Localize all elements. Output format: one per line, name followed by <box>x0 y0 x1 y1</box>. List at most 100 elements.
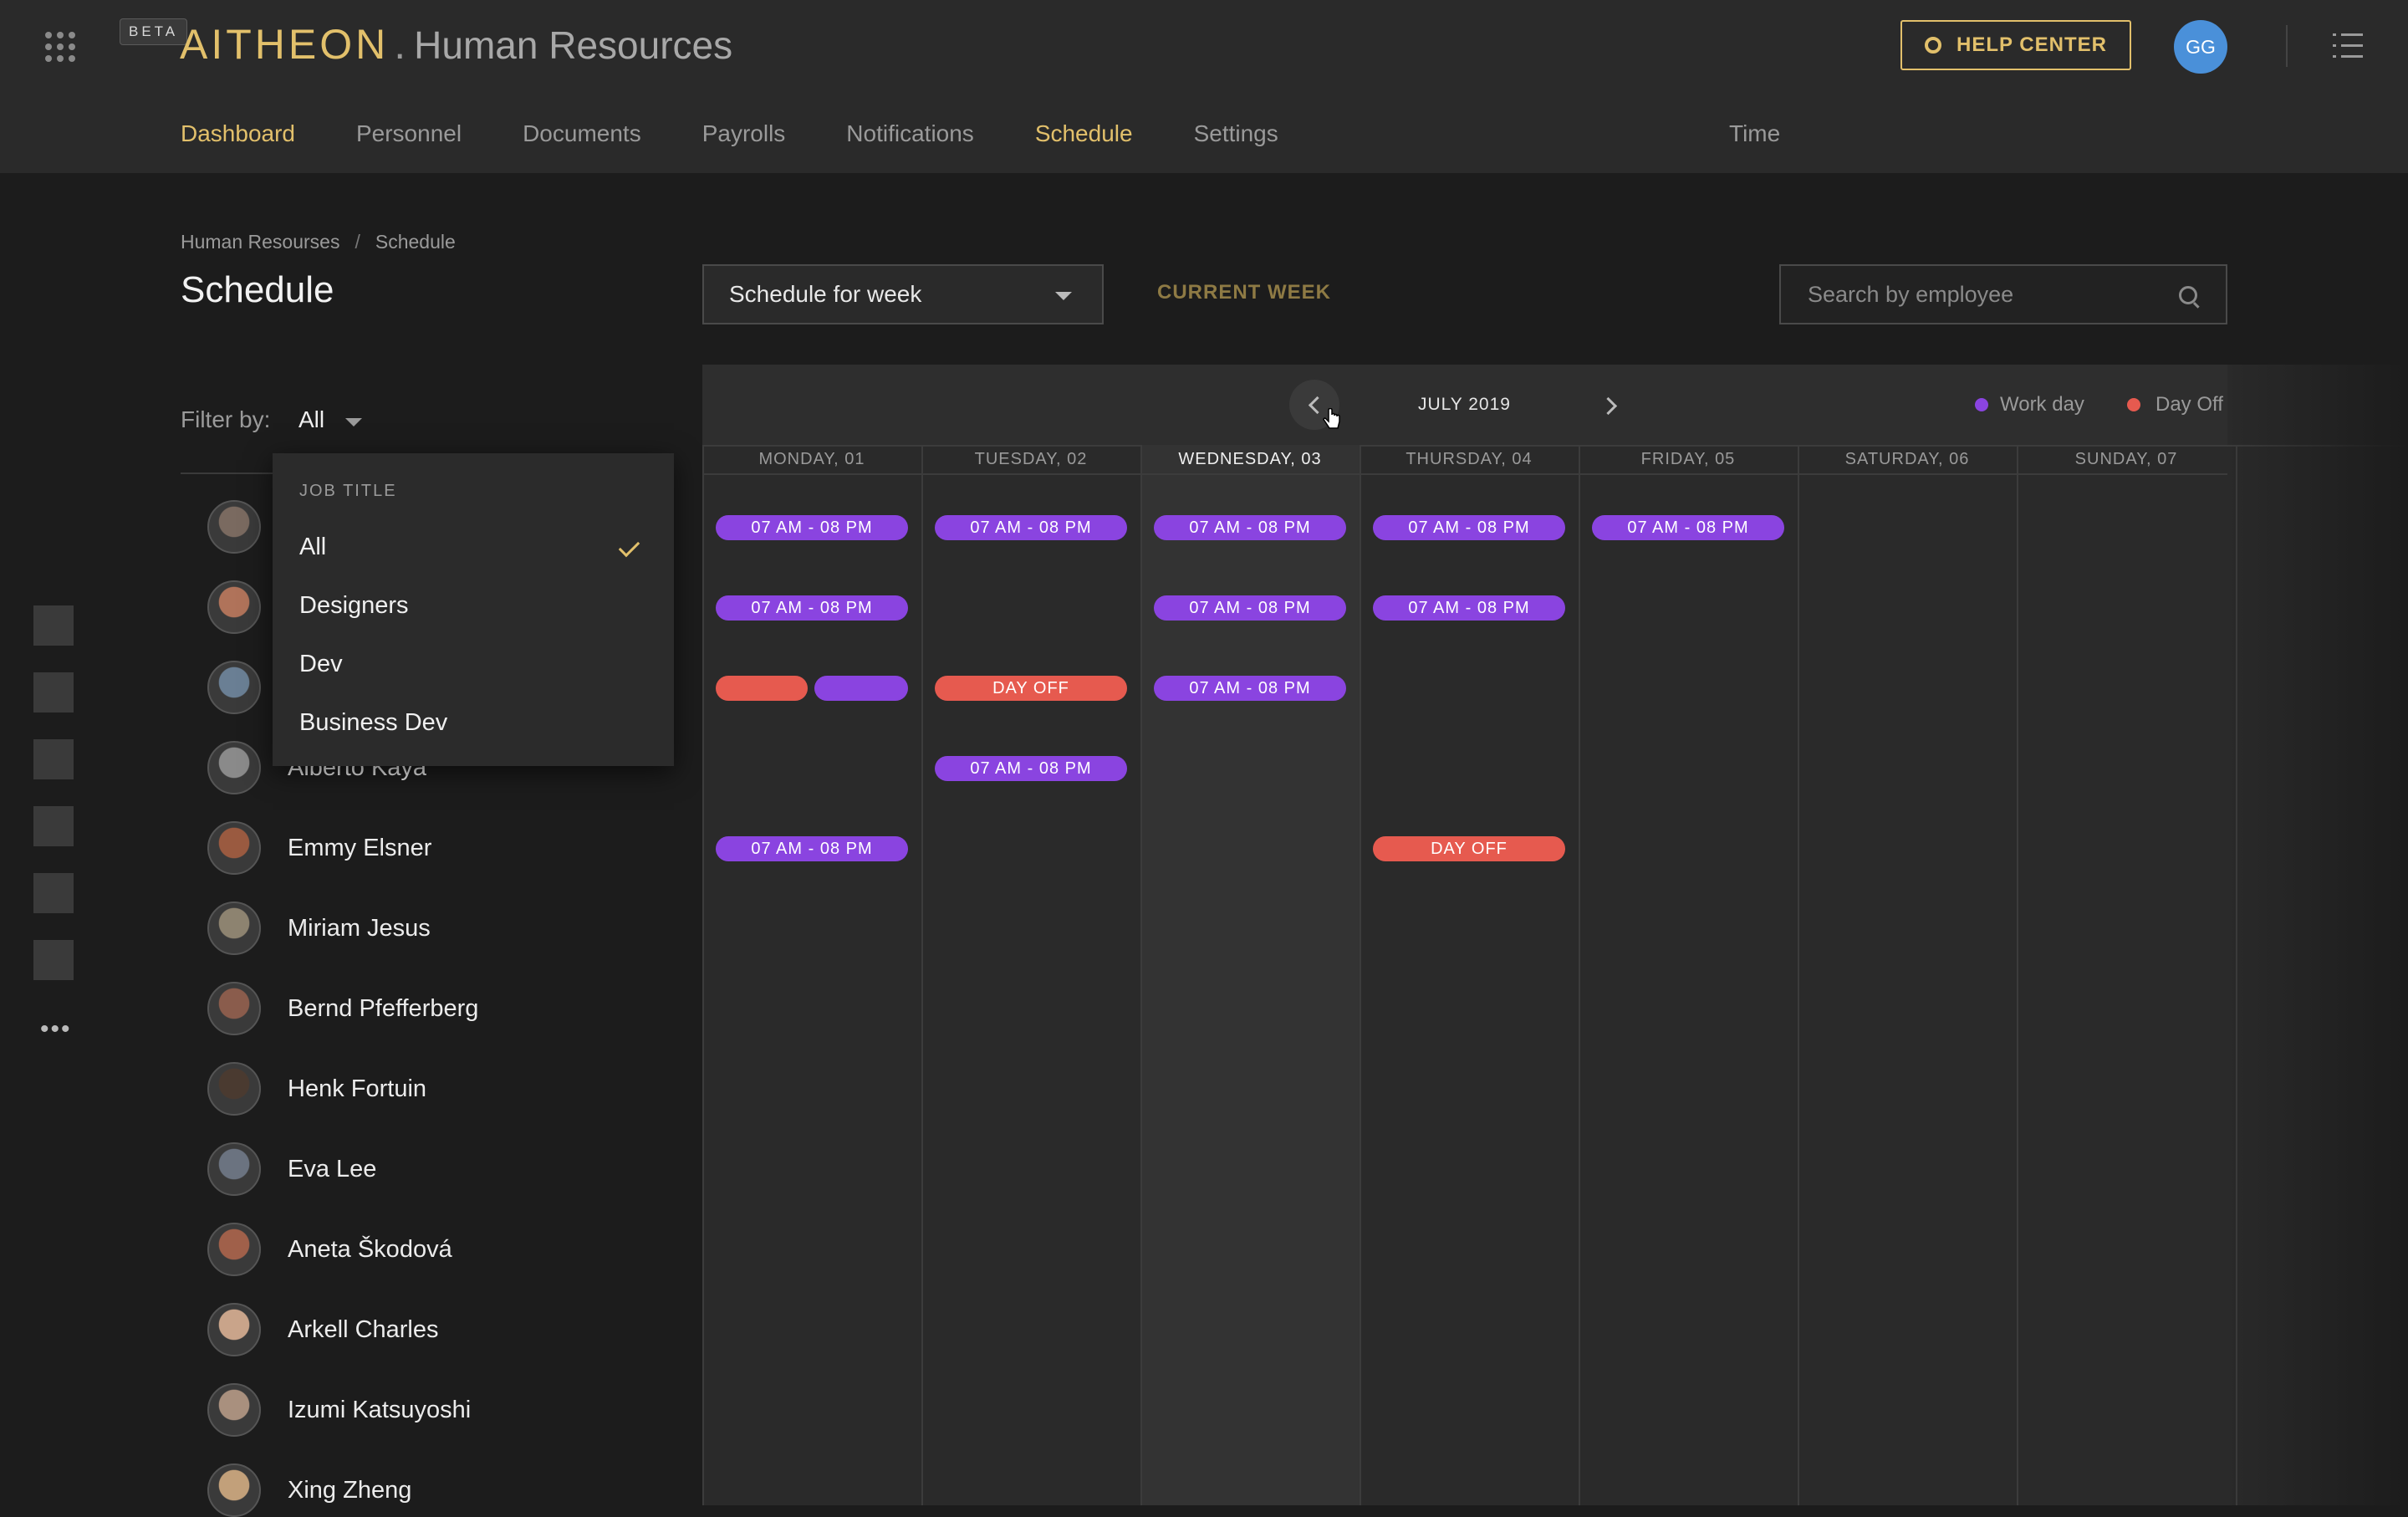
employee-avatar <box>207 1223 261 1276</box>
rail-item[interactable] <box>33 873 74 913</box>
employee-row[interactable]: Izumi Katsuyoshi <box>207 1383 471 1437</box>
help-center-button[interactable]: HELP CENTER <box>1900 20 2131 70</box>
day-off-pill[interactable] <box>716 676 808 701</box>
employee-name: Eva Lee <box>288 1155 377 1182</box>
legend-work-label: Work day <box>2000 393 2084 416</box>
header-divider <box>2286 25 2288 67</box>
work-shift-pill[interactable] <box>814 676 908 701</box>
rail-item[interactable] <box>33 739 74 779</box>
breadcrumb-hr[interactable]: Human Resourses <box>181 231 339 253</box>
nav-tab-dashboard[interactable]: Dashboard <box>181 117 295 151</box>
work-shift-pill[interactable]: 07 AM - 08 PM <box>1592 515 1784 540</box>
employee-row[interactable]: Miriam Jesus <box>207 902 431 955</box>
job-title-dropdown: JOB TITLE All Designers Dev Business Dev <box>273 453 674 766</box>
dropdown-option-designers[interactable]: Designers <box>299 592 409 620</box>
work-shift-pill[interactable]: 07 AM - 08 PM <box>716 515 908 540</box>
work-shift-pill[interactable]: 07 AM - 08 PM <box>716 836 908 861</box>
day-label: THURSDAY, 04 <box>1406 450 1533 468</box>
day-column <box>2017 445 2236 1505</box>
rail-item[interactable] <box>33 605 74 646</box>
current-week-button[interactable]: CURRENT WEEK <box>1157 281 1331 304</box>
nav-tab-personnel[interactable]: Personnel <box>356 117 462 151</box>
nav-tab-time[interactable]: Time <box>1729 117 1780 151</box>
chevron-down-icon <box>345 418 362 426</box>
day-column <box>1579 445 1798 1505</box>
dropdown-option-business-dev[interactable]: Business Dev <box>299 709 447 737</box>
chevron-down-icon <box>1055 292 1072 300</box>
work-shift-pill[interactable]: 07 AM - 08 PM <box>1154 676 1346 701</box>
page-title: Schedule <box>181 269 334 310</box>
employee-row[interactable]: Henk Fortuin <box>207 1062 426 1116</box>
employee-avatar <box>207 902 261 955</box>
legend-work-dot <box>1975 398 1988 411</box>
work-shift-pill[interactable]: 07 AM - 08 PM <box>1154 595 1346 621</box>
work-shift-pill[interactable]: 07 AM - 08 PM <box>1373 595 1565 621</box>
employee-row[interactable]: Bernd Pfefferberg <box>207 982 478 1035</box>
day-off-pill[interactable]: DAY OFF <box>1373 836 1565 861</box>
rail-item[interactable] <box>33 672 74 713</box>
work-shift-pill[interactable]: 07 AM - 08 PM <box>1373 515 1565 540</box>
month-label: JULY 2019 <box>1418 395 1511 414</box>
lifebuoy-icon <box>1925 37 1942 54</box>
employee-name: Bernd Pfefferberg <box>288 994 479 1022</box>
work-shift-pill[interactable]: 07 AM - 08 PM <box>716 595 908 621</box>
day-off-pill[interactable]: DAY OFF <box>935 676 1127 701</box>
menu-list-icon[interactable] <box>2333 33 2363 59</box>
employee-avatar <box>207 1062 261 1116</box>
week-select-value: Schedule for week <box>729 281 922 307</box>
legend-off-label: Day Off <box>2155 393 2223 416</box>
employee-avatar <box>207 1303 261 1356</box>
employee-avatar <box>207 1463 261 1517</box>
rail-item[interactable] <box>33 806 74 846</box>
day-label: WEDNESDAY, 03 <box>1178 450 1322 468</box>
employee-avatar <box>207 580 261 634</box>
brand-dot: . <box>394 21 406 68</box>
more-dots-icon[interactable]: ••• <box>40 1015 72 1044</box>
employee-avatar <box>207 661 261 714</box>
apps-grid-icon[interactable] <box>45 32 75 62</box>
breadcrumb-schedule[interactable]: Schedule <box>375 231 456 253</box>
employee-row[interactable]: Arkell Charles <box>207 1303 439 1356</box>
employee-row[interactable]: Emmy Elsner <box>207 821 431 875</box>
employee-avatar <box>207 1142 261 1196</box>
breadcrumb: Human Resourses / Schedule <box>181 231 456 253</box>
employee-row[interactable]: Eva Lee <box>207 1142 376 1196</box>
hand-cursor-icon <box>1323 408 1340 429</box>
nav-tab-notifications[interactable]: Notifications <box>846 117 974 151</box>
search-icon[interactable] <box>2179 286 2197 304</box>
day-label: SATURDAY, 06 <box>1844 450 1970 468</box>
employee-search[interactable] <box>1779 264 2227 324</box>
employee-row[interactable]: Aneta Škodová <box>207 1223 452 1276</box>
dropdown-option-all[interactable]: All <box>299 534 326 561</box>
nav-tab-payrolls[interactable]: Payrolls <box>702 117 786 151</box>
rail-item[interactable] <box>33 940 74 980</box>
help-center-label: HELP CENTER <box>1956 33 2107 56</box>
nav-tab-settings[interactable]: Settings <box>1194 117 1278 151</box>
dropdown-option-dev[interactable]: Dev <box>299 651 343 678</box>
work-shift-pill[interactable]: 07 AM - 08 PM <box>1154 515 1346 540</box>
day-label: MONDAY, 01 <box>758 450 865 468</box>
employee-row[interactable]: Xing Zheng <box>207 1463 411 1517</box>
legend-off-dot <box>2127 398 2140 411</box>
breadcrumb-sep: / <box>355 231 360 253</box>
app-name: Human Resources <box>414 23 733 67</box>
search-input[interactable] <box>1806 280 2161 309</box>
employee-avatar <box>207 500 261 554</box>
nav-tab-documents[interactable]: Documents <box>523 117 641 151</box>
work-shift-pill[interactable]: 07 AM - 08 PM <box>935 756 1127 781</box>
work-shift-pill[interactable]: 07 AM - 08 PM <box>935 515 1127 540</box>
week-select[interactable]: Schedule for week <box>702 264 1104 324</box>
filter-value: All <box>298 406 325 432</box>
brand[interactable]: AITHEON . Human Resources <box>180 20 732 70</box>
employee-avatar <box>207 741 261 794</box>
day-label: TUESDAY, 02 <box>974 450 1088 468</box>
main-nav: Dashboard Personnel Documents Payrolls Notif… <box>181 117 1339 151</box>
day-label: FRIDAY, 05 <box>1640 450 1736 468</box>
schedule-calendar: JULY 2019 Work day Day Off MONDAY, 01 TUE… <box>702 365 2408 1505</box>
user-avatar[interactable]: GG <box>2174 20 2227 74</box>
employee-name: Emmy Elsner <box>288 834 432 861</box>
day-label: SUNDAY, 07 <box>2074 450 2178 468</box>
nav-tab-schedule[interactable]: Schedule <box>1035 117 1133 151</box>
filter-select[interactable]: All <box>298 406 362 433</box>
day-header-divider <box>702 473 2227 475</box>
